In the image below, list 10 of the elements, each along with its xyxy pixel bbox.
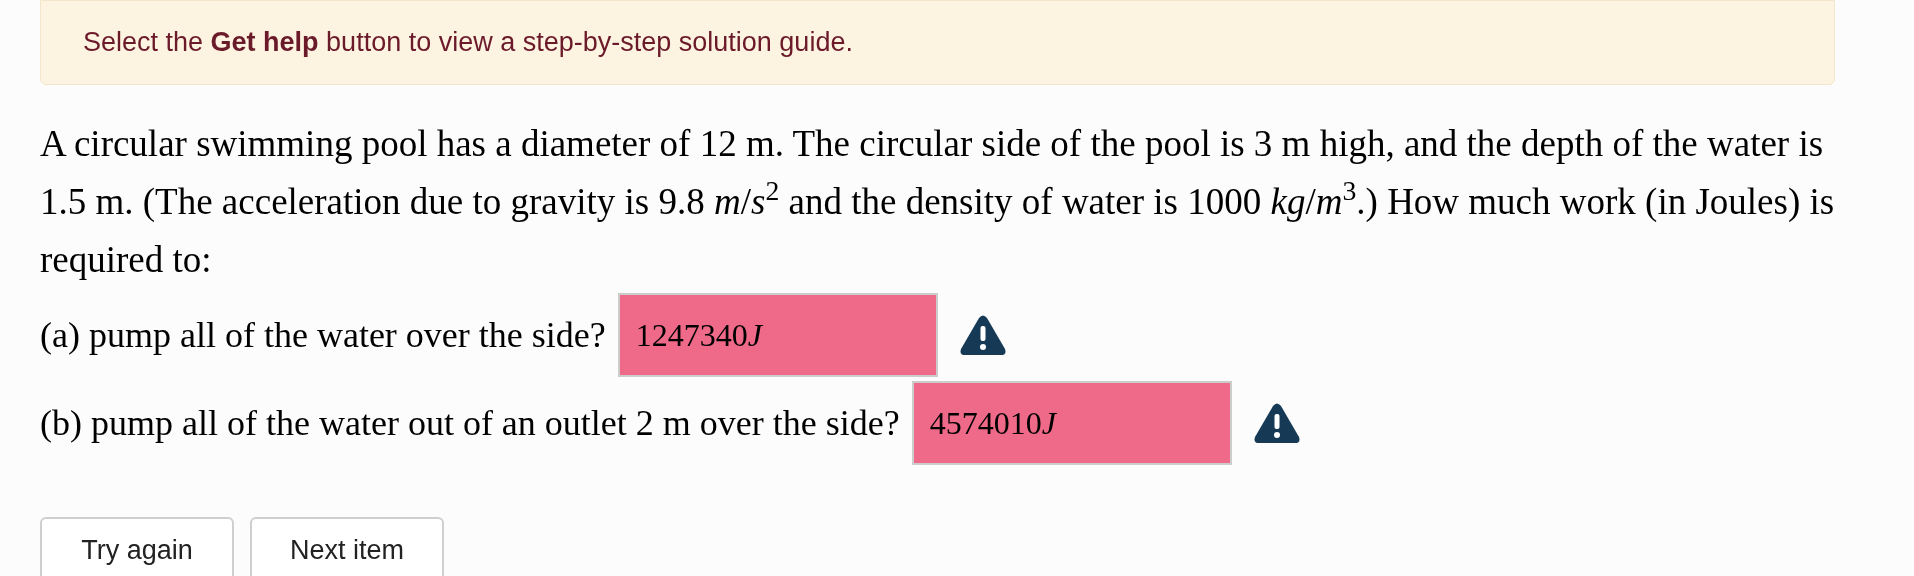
question-prompt: (a) pump all of the water over the side? <box>40 314 606 357</box>
action-button[interactable]: Next item <box>250 517 444 576</box>
question-prompt: (b) pump all of the water out of an outlet 2 m over the side? <box>40 402 900 445</box>
answer-field[interactable]: 1247340J <box>617 293 938 377</box>
question-text: A circular swimming pool has a diameter of 12 m. The circular side of the pool is 3 m high, and the depth of the water is 1.5 m. (The acceleration due to gravity is 9.8 m/s$^{2}$ and the density of water is 1000 kg/m$^{3}$.) How much work (in Joules) is required to: <box>40 122 1835 282</box>
hint-text: Select the Get help button to view a step-by-step solution guide. <box>83 26 853 60</box>
action-button[interactable]: Try again <box>40 517 234 576</box>
warning-icon <box>959 315 1006 355</box>
warning-icon <box>1253 403 1300 443</box>
answer-field[interactable]: 4574010J <box>911 381 1232 465</box>
